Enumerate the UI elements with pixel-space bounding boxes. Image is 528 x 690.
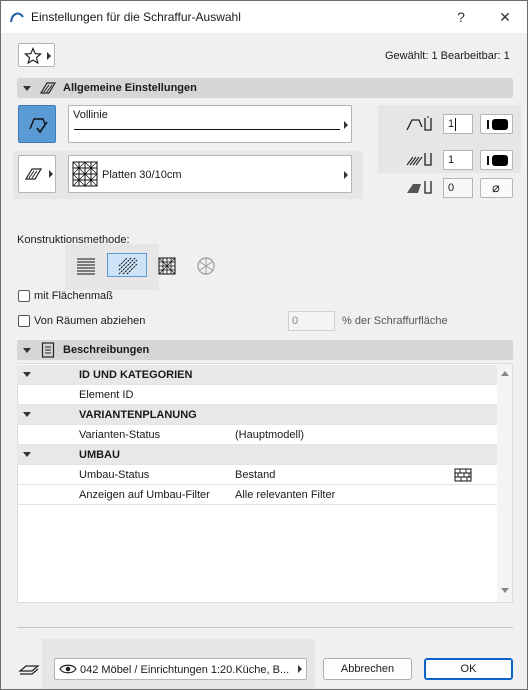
scroll-down-icon[interactable]: [501, 588, 509, 593]
section-general-header[interactable]: Allgemeine Einstellungen: [17, 78, 513, 98]
group-header-row[interactable]: VARIANTENPLANUNG: [17, 405, 497, 425]
group-title: ID UND KATEGORIEN: [79, 369, 193, 381]
contour-icon: [27, 114, 49, 136]
table-row[interactable]: Varianten-Status (Hauptmodell): [17, 425, 497, 445]
background-pen-input[interactable]: 0: [443, 178, 473, 198]
layer-stack-icon: [18, 661, 40, 677]
property-value: Bestand: [235, 469, 276, 481]
chevron-right-icon: [49, 170, 53, 178]
cancel-button[interactable]: Abbrechen: [323, 658, 412, 680]
pen-color-swatch: [492, 119, 508, 130]
collapse-icon: [23, 412, 31, 417]
subtract-rooms-checkbox[interactable]: [18, 315, 30, 327]
document-icon: [41, 342, 55, 358]
dialog-window: Einstellungen für die Schraffur-Auswahl …: [0, 0, 528, 690]
fill-settings-icon: [39, 80, 57, 96]
collapse-icon: [23, 86, 31, 91]
chevron-right-icon: [344, 171, 348, 179]
text-cursor: [455, 118, 456, 131]
app-logo-icon: [9, 9, 25, 25]
line-preview: [74, 129, 340, 130]
title-bar: Einstellungen für die Schraffur-Auswahl …: [1, 1, 527, 33]
section-descriptions-header[interactable]: Beschreibungen: [17, 340, 513, 360]
contour-pen-color-button[interactable]: [480, 114, 513, 134]
group-title: VARIANTENPLANUNG: [79, 409, 197, 421]
group-header-row[interactable]: UMBAU: [17, 445, 497, 465]
contour-toggle-button[interactable]: [18, 105, 56, 143]
property-name: Varianten-Status: [79, 429, 161, 441]
property-name: Anzeigen auf Umbau-Filter: [79, 489, 210, 501]
background-color-button[interactable]: ⌀: [480, 178, 513, 198]
fill-category-icon: [24, 166, 44, 182]
construction-image-icon[interactable]: [195, 256, 217, 276]
area-checkbox-label: mit Flächenmaß: [34, 290, 113, 302]
fill-pen-color-button[interactable]: [480, 150, 513, 170]
collapse-icon: [23, 348, 31, 353]
subtract-percent-input[interactable]: 0: [288, 311, 335, 331]
renovation-wall-icon[interactable]: [454, 468, 472, 482]
chevron-right-icon: [344, 121, 348, 129]
subtract-percent-suffix: % der Schraffurfläche: [342, 315, 448, 327]
layer-label: 042 Möbel / Einrichtungen 1:20.Küche, B.…: [80, 664, 290, 676]
section-general-label: Allgemeine Einstellungen: [63, 82, 197, 94]
close-button[interactable]: ✕: [485, 1, 525, 33]
scroll-up-icon[interactable]: [501, 371, 509, 376]
ok-button[interactable]: OK: [424, 658, 513, 680]
fill-pen-input[interactable]: 1: [443, 150, 473, 170]
property-value: (Hauptmodell): [235, 429, 305, 441]
table-row[interactable]: Element ID: [17, 385, 497, 405]
fill-category-button[interactable]: [18, 155, 56, 193]
property-name: Umbau-Status: [79, 469, 150, 481]
line-type-label: Vollinie: [73, 109, 108, 121]
table-row[interactable]: Umbau-Status Bestand: [17, 465, 497, 485]
pen-bar-icon: [487, 156, 489, 165]
chevron-right-icon: [47, 52, 51, 60]
fill-pattern-icon: [72, 161, 98, 187]
subtract-rooms-label: Von Räumen abziehen: [34, 315, 146, 327]
help-button[interactable]: ?: [441, 1, 481, 33]
group-header-row[interactable]: ID UND KATEGORIEN: [17, 365, 497, 385]
area-checkbox[interactable]: [18, 290, 30, 302]
contour-pen-icon: [405, 115, 435, 135]
construction-lines-icon[interactable]: [75, 256, 97, 276]
group-title: UMBAU: [79, 449, 120, 461]
fill-type-select[interactable]: Platten 30/10cm: [68, 155, 352, 193]
favorites-button[interactable]: [18, 43, 55, 67]
fill-pen-icon: [405, 150, 435, 170]
background-pen-icon: [405, 178, 435, 198]
window-title: Einstellungen für die Schraffur-Auswahl: [31, 10, 241, 24]
collapse-icon: [23, 372, 31, 377]
pen-color-swatch: [492, 155, 508, 166]
selection-info: Gewählt: 1 Bearbeitbar: 1: [385, 50, 510, 62]
hatch-icon: [117, 256, 139, 276]
contour-pen-input[interactable]: 1: [443, 114, 473, 134]
no-color-icon: ⌀: [492, 180, 500, 195]
fill-type-label: Platten 30/10cm: [102, 169, 182, 181]
footer-divider: [17, 627, 513, 628]
construction-pattern-icon[interactable]: [157, 256, 177, 276]
line-type-select[interactable]: Vollinie: [68, 105, 352, 143]
property-name: Element ID: [79, 389, 134, 401]
scrollbar[interactable]: [497, 364, 512, 602]
star-icon: [24, 47, 42, 65]
construction-hatch-button[interactable]: [107, 253, 147, 277]
chevron-right-icon: [298, 665, 302, 673]
eye-icon: [59, 662, 77, 676]
table-row[interactable]: Anzeigen auf Umbau-Filter Alle relevante…: [17, 485, 497, 505]
section-descriptions-label: Beschreibungen: [63, 344, 150, 356]
layer-select[interactable]: 042 Möbel / Einrichtungen 1:20.Küche, B.…: [54, 658, 307, 680]
pen-bar-icon: [487, 120, 489, 129]
collapse-icon: [23, 452, 31, 457]
property-value: Alle relevanten Filter: [235, 489, 336, 501]
